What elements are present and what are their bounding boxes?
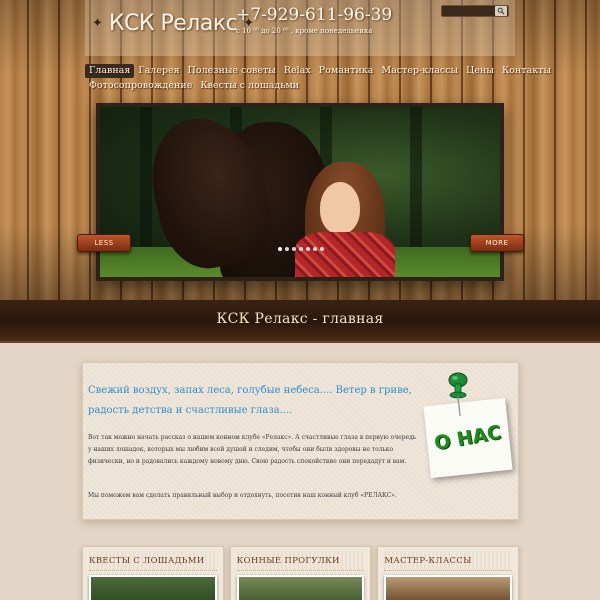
- nav-item-gallery[interactable]: Галерея: [134, 64, 183, 78]
- feature-box-image[interactable]: [384, 575, 513, 600]
- about-headline: Свежий воздух, запах леса, голубые небес…: [88, 385, 412, 416]
- main-nav: Главная Галерея Полезные советы Relax Ро…: [85, 64, 551, 94]
- slide-image-horse-girl: [100, 107, 500, 277]
- feature-box-image[interactable]: [236, 575, 365, 600]
- feature-box-title[interactable]: КОННЫЕ ПРОГУЛКИ: [236, 551, 365, 571]
- slider-dot[interactable]: [320, 247, 324, 251]
- nav-item-tips[interactable]: Полезные советы: [184, 64, 280, 78]
- nav-item-quests[interactable]: Квесты с лошадьми: [196, 79, 303, 93]
- nav-item-home[interactable]: Главная: [85, 64, 135, 78]
- site-logo[interactable]: ✦ КСК Релакс ✦: [92, 8, 254, 38]
- slider-next-button[interactable]: MORE: [470, 234, 524, 252]
- feature-box-image[interactable]: [89, 575, 217, 600]
- working-hours: с 10 ⁰⁰ до 20 ⁰⁰ , кроме понедельника: [236, 27, 373, 35]
- nav-row-2: Фотосопровождение Квесты с лошадьми: [85, 79, 510, 93]
- nav-item-romance[interactable]: Романтика: [315, 64, 378, 78]
- feature-box-title[interactable]: МАСТЕР-КЛАССЫ: [384, 551, 513, 571]
- feature-box-title[interactable]: КВЕСТЫ С ЛОШАДЬМИ: [89, 551, 217, 571]
- search-icon: [497, 7, 505, 15]
- nav-item-relax[interactable]: Relax: [280, 64, 315, 78]
- nav-item-masterclasses[interactable]: Мастер-классы: [377, 64, 462, 78]
- about-us-note-label: О НАС: [432, 421, 504, 455]
- search-input[interactable]: [441, 5, 509, 17]
- pushpin-icon: [448, 372, 468, 417]
- nav-item-contacts[interactable]: Контакты: [498, 64, 555, 78]
- girl-shirt: [295, 232, 395, 277]
- nav-item-photo[interactable]: Фотосопровождение: [85, 79, 196, 93]
- slider-pagination: [278, 247, 324, 251]
- page-title: КСК Релакс - главная: [216, 311, 384, 327]
- slider-dot[interactable]: [292, 247, 296, 251]
- feature-box-rides[interactable]: КОННЫЕ ПРОГУЛКИ: [229, 546, 372, 600]
- nav-row-1: Главная Галерея Полезные советы Relax Ро…: [85, 64, 551, 78]
- phone-number: +7-929-611-96-39: [236, 5, 393, 25]
- slider-dot[interactable]: [313, 247, 317, 251]
- about-paragraph-2: Мы поможем вам сделать правильный выбор …: [88, 492, 397, 499]
- feature-box-quests[interactable]: КВЕСТЫ С ЛОШАДЬМИ: [82, 546, 224, 600]
- feature-boxes: КВЕСТЫ С ЛОШАДЬМИ КОННЫЕ ПРОГУЛКИ МАСТЕР…: [82, 546, 520, 600]
- feature-box-masterclasses[interactable]: МАСТЕР-КЛАССЫ: [377, 546, 520, 600]
- slider-prev-button[interactable]: LESS: [77, 234, 131, 252]
- image-slider: [96, 103, 504, 281]
- slider-dot[interactable]: [306, 247, 310, 251]
- slider-dot[interactable]: [278, 247, 282, 251]
- search-button[interactable]: [495, 6, 507, 16]
- about-paragraph-1: Вот так можно начать рассказ о нашем кон…: [88, 434, 417, 465]
- girl-face: [320, 182, 360, 234]
- nav-item-prices[interactable]: Цены: [462, 64, 498, 78]
- slider-dot[interactable]: [285, 247, 289, 251]
- logo-ornament-left-icon: ✦: [92, 15, 103, 31]
- logo-text: КСК Релакс: [108, 10, 238, 36]
- slider-dot[interactable]: [299, 247, 303, 251]
